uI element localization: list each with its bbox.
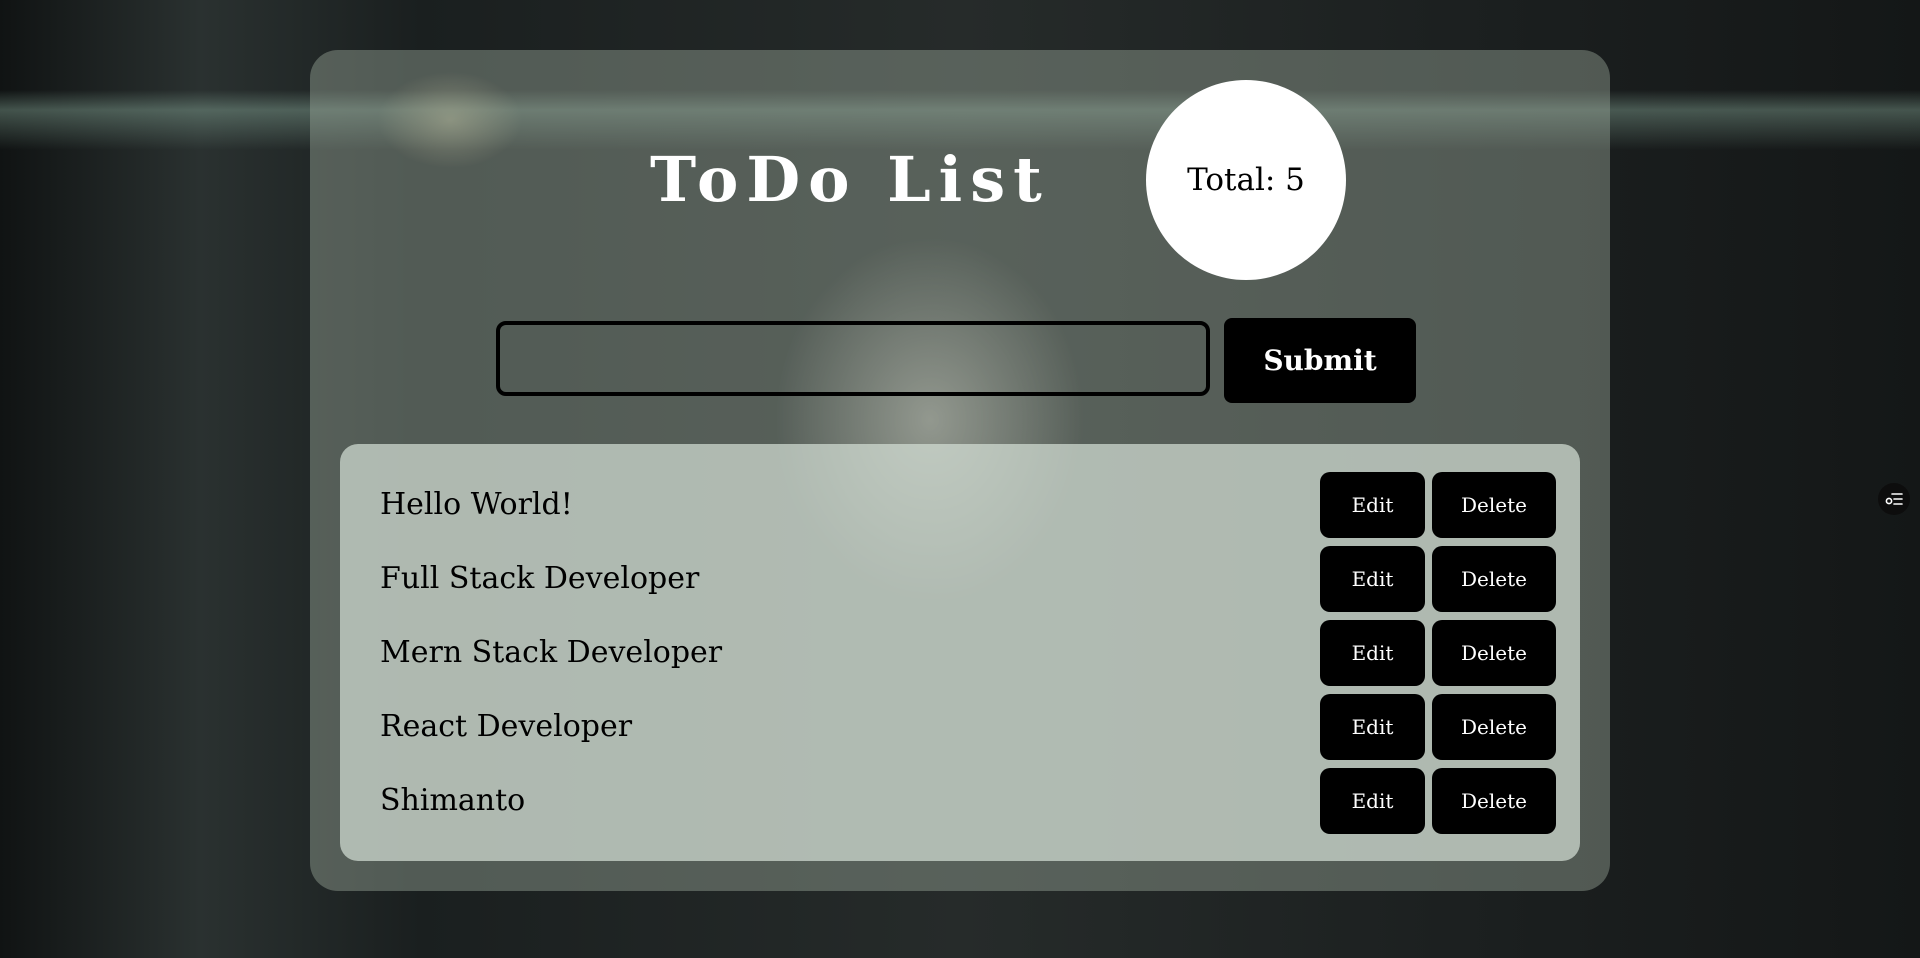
total-counter-label: Total: 5 xyxy=(1187,162,1305,198)
todo-item-text: Shimanto xyxy=(380,783,526,818)
list-item: Hello World! Edit Delete xyxy=(340,472,1580,538)
todo-item-text: Full Stack Developer xyxy=(380,561,700,596)
edit-button[interactable]: Edit xyxy=(1320,546,1425,612)
tasks-settings-glyph xyxy=(1885,493,1903,505)
delete-button[interactable]: Delete xyxy=(1432,620,1556,686)
page-title: ToDo List xyxy=(650,143,1050,216)
edit-button[interactable]: Edit xyxy=(1320,472,1425,538)
list-item: Mern Stack Developer Edit Delete xyxy=(340,620,1580,686)
list-item: Full Stack Developer Edit Delete xyxy=(340,546,1580,612)
total-counter-badge: Total: 5 xyxy=(1146,80,1346,280)
delete-button[interactable]: Delete xyxy=(1432,472,1556,538)
list-item: Shimanto Edit Delete xyxy=(340,768,1580,834)
todo-item-text: Mern Stack Developer xyxy=(380,635,723,670)
submit-button[interactable]: Submit xyxy=(1224,318,1416,403)
edit-button[interactable]: Edit xyxy=(1320,694,1425,760)
delete-button[interactable]: Delete xyxy=(1432,768,1556,834)
todo-list: Hello World! Edit Delete Full Stack Deve… xyxy=(340,444,1580,861)
edit-button[interactable]: Edit xyxy=(1320,768,1425,834)
tasks-settings-icon[interactable] xyxy=(1878,483,1910,515)
delete-button[interactable]: Delete xyxy=(1432,546,1556,612)
todo-input[interactable] xyxy=(496,321,1210,396)
delete-button[interactable]: Delete xyxy=(1432,694,1556,760)
edit-button[interactable]: Edit xyxy=(1320,620,1425,686)
todo-item-text: Hello World! xyxy=(380,487,573,522)
todo-item-text: React Developer xyxy=(380,709,633,744)
list-item: React Developer Edit Delete xyxy=(340,694,1580,760)
